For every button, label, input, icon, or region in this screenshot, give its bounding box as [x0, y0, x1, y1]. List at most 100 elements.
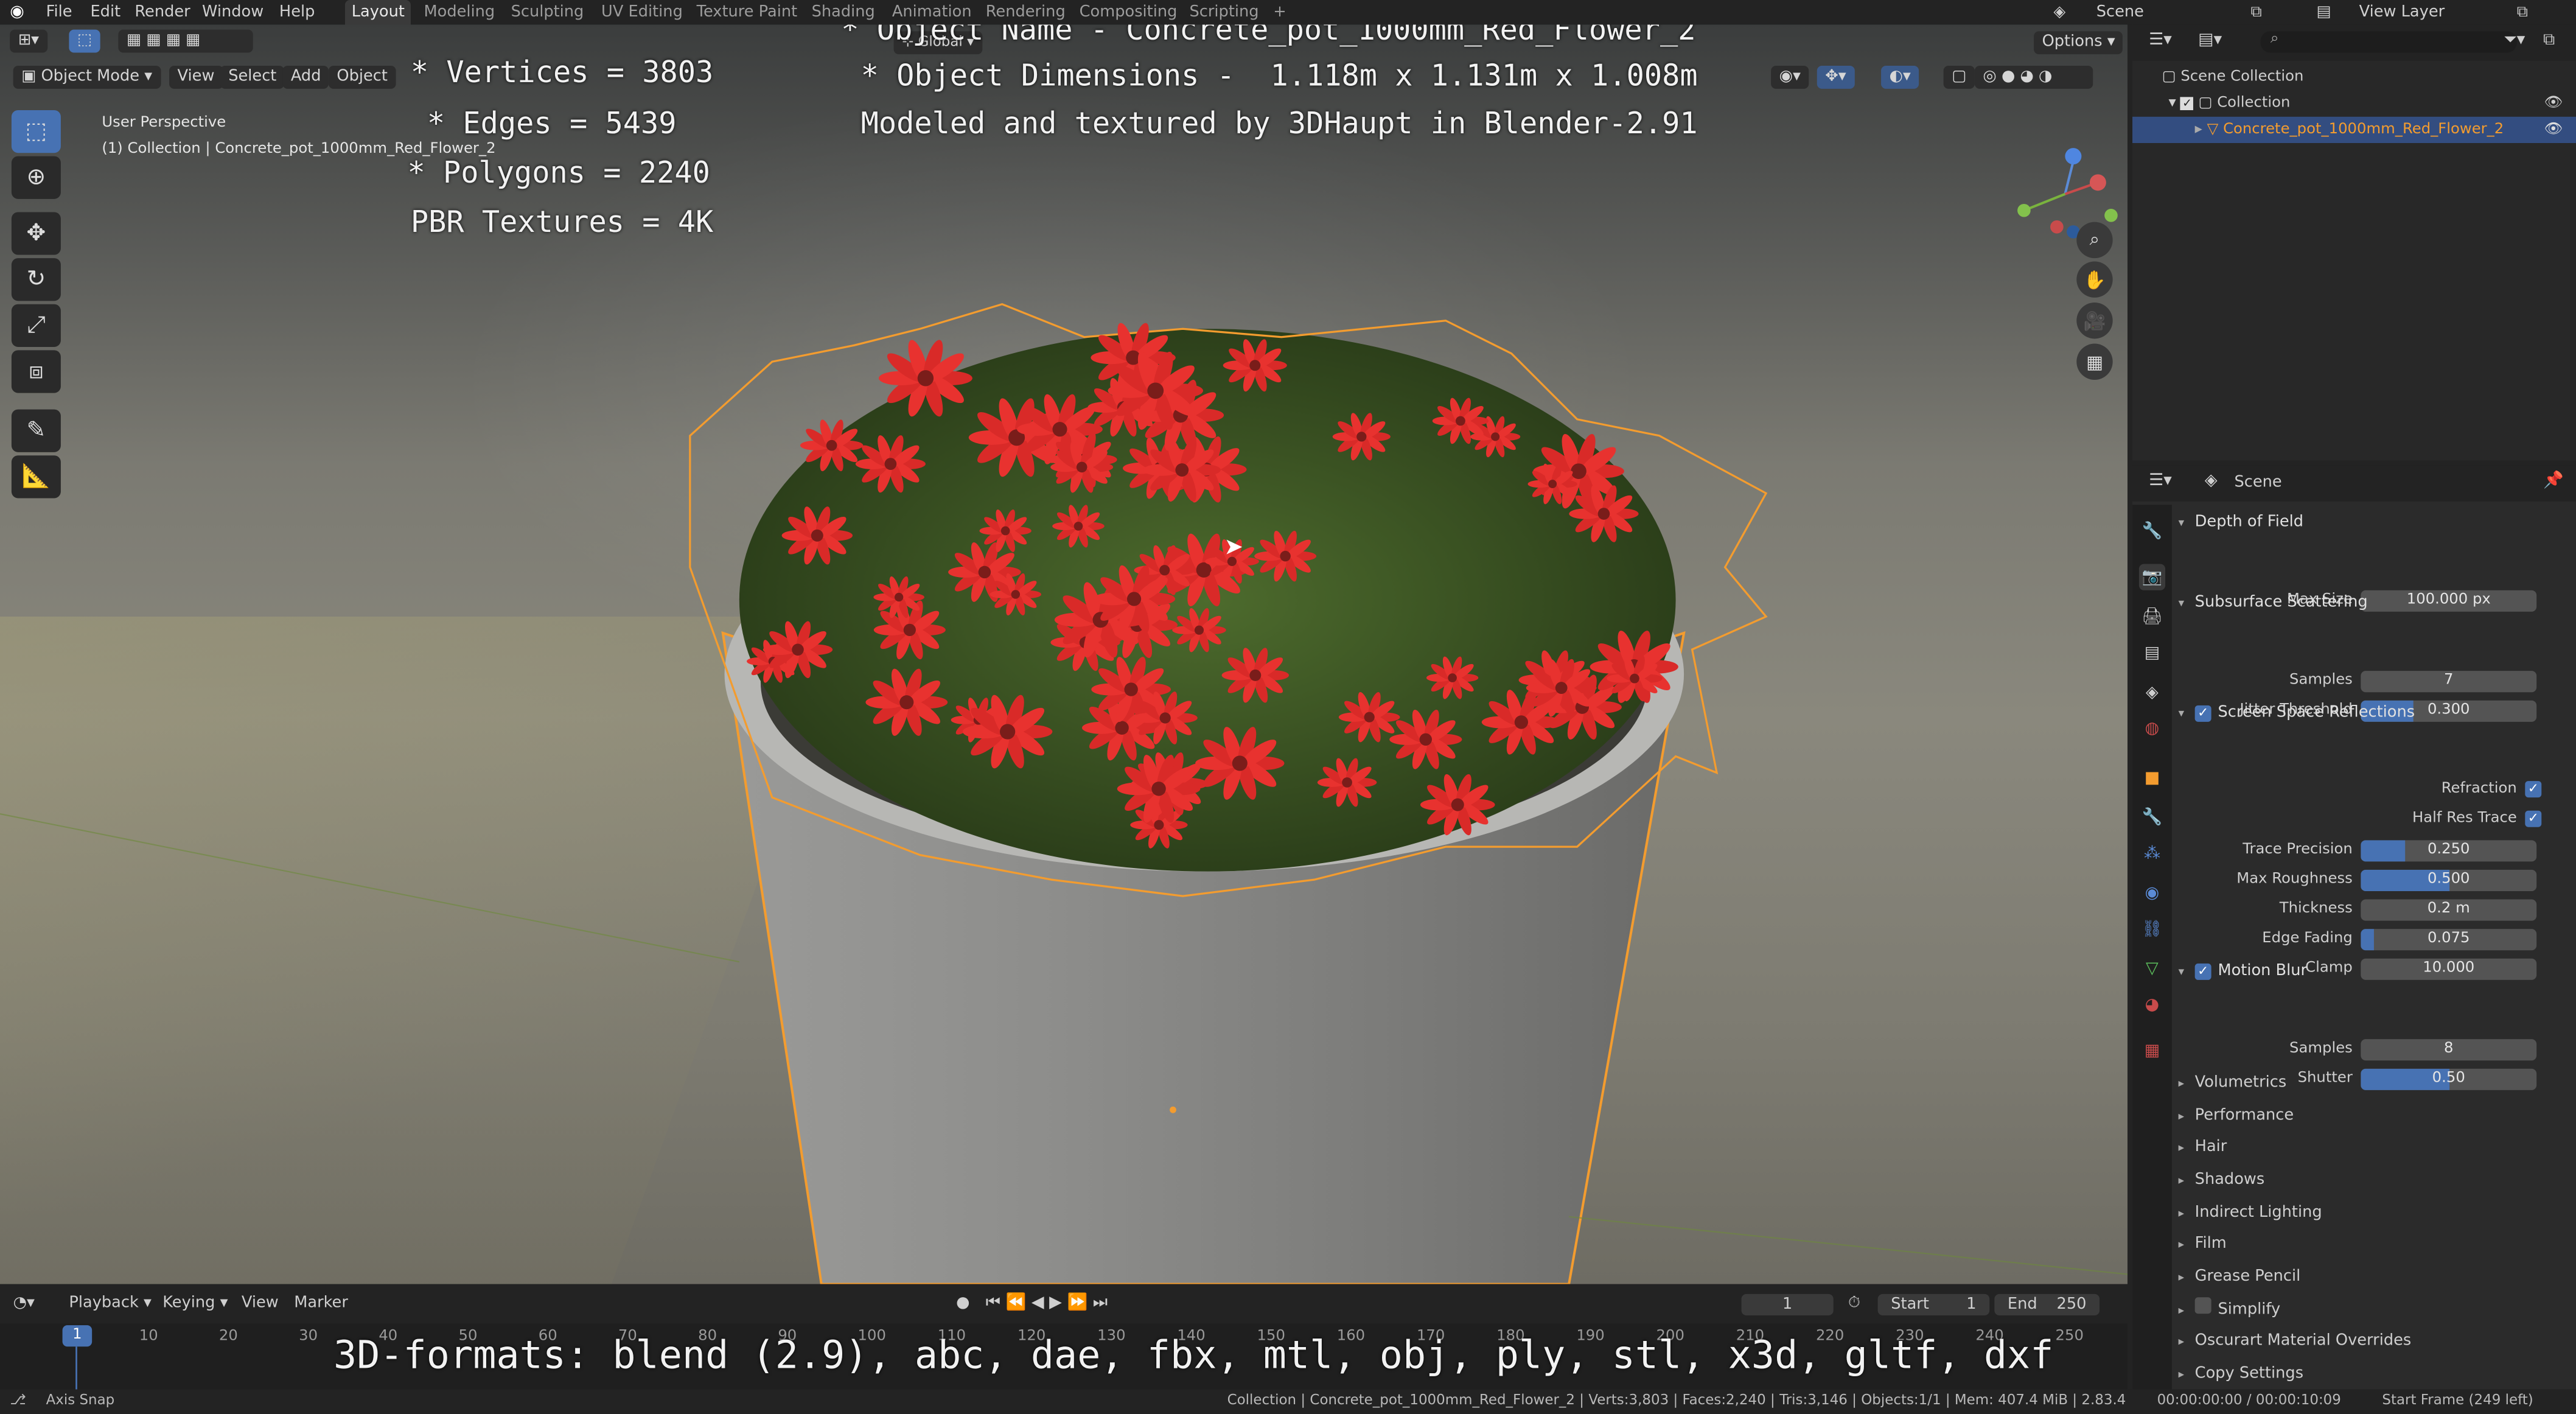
view-layer-icon[interactable]: ▤ [2316, 0, 2331, 25]
tab-uv-editing[interactable]: UV Editing [601, 0, 683, 25]
refraction-checkbox[interactable]: ✓ [2525, 781, 2542, 798]
expand-object-icon[interactable]: ▸ [2195, 122, 2207, 138]
new-view-layer-icon[interactable]: ⧉ [2517, 0, 2528, 25]
max-roughness-field[interactable]: 0.500 [2361, 869, 2537, 892]
panel-hair[interactable]: ▸ Hair [2179, 1133, 2566, 1163]
scene-icon[interactable]: ◈ [2054, 0, 2066, 25]
menu-timeline-view[interactable]: View [242, 1284, 279, 1324]
visibility-icon[interactable]: ◉▾ [1771, 66, 1809, 89]
tab-animation[interactable]: Animation [892, 0, 972, 25]
panel-indirect-lighting[interactable]: ▸ Indirect Lighting [2179, 1199, 2566, 1228]
playhead[interactable]: 1 [62, 1325, 92, 1347]
material-tab-icon[interactable]: ◕ [2139, 992, 2165, 1018]
panel-simplify[interactable]: ▸ Simplify [2179, 1296, 2566, 1326]
editor-type-button[interactable]: ⊞▾ [10, 29, 47, 53]
scene-name[interactable]: Scene [2096, 0, 2144, 25]
outliner-row-collection[interactable]: ▾ ✓ ▢ Collection 👁 [2132, 91, 2576, 117]
panel-grease-pencil[interactable]: ▸ Grease Pencil [2179, 1263, 2566, 1293]
collapse-icon[interactable]: ▾ [2179, 699, 2195, 729]
edge-fading-field[interactable]: 0.075 [2361, 929, 2537, 951]
menu-keying[interactable]: Keying ▾ [162, 1284, 228, 1324]
filter-icon[interactable]: ⏷▾ [2504, 31, 2525, 49]
record-icon[interactable]: ● [956, 1284, 969, 1324]
expand-icon[interactable]: ▸ [2179, 1360, 2195, 1390]
collection-checkbox[interactable]: ✓ [2180, 97, 2194, 110]
view-layer-tab-icon[interactable]: ▤ [2139, 640, 2165, 666]
collection-visibility-icon[interactable]: 👁 [2544, 91, 2563, 117]
display-mode-icon[interactable]: ▤▾ [2198, 31, 2222, 49]
render-tab-icon[interactable]: 📷 [2138, 564, 2166, 590]
panel-subsurface-scattering[interactable]: ▾ Subsurface Scattering [2179, 589, 2566, 618]
outliner-editor-type-icon[interactable]: ☰▾ [2149, 31, 2172, 49]
selection-mode-buttons[interactable]: ▦ ▦ ▦ ▦ [118, 29, 253, 53]
expand-icon[interactable]: ▸ [2179, 1263, 2195, 1293]
menu-playback[interactable]: Playback ▾ [69, 1284, 151, 1324]
new-collection-icon[interactable]: ⧉ [2543, 31, 2555, 49]
panel-motion-blur[interactable]: ▾ ✓ Motion Blur [2179, 957, 2566, 987]
menu-window[interactable]: Window [202, 0, 264, 25]
new-scene-icon[interactable]: ⧉ [2250, 0, 2261, 25]
menu-add[interactable]: Add [282, 66, 330, 89]
panel-volumetrics[interactable]: ▸ Volumetrics [2179, 1069, 2566, 1099]
panel-copy-settings[interactable]: ▸ Copy Settings [2179, 1360, 2566, 1390]
select-box-tool-icon[interactable]: ⬚ [11, 110, 61, 153]
expand-icon[interactable]: ▸ [2179, 1133, 2195, 1163]
add-workspace-icon[interactable]: + [1273, 0, 1286, 25]
start-frame-field[interactable]: Start 1 [1877, 1293, 1990, 1315]
measure-tool-icon[interactable]: 📐 [11, 455, 61, 499]
trace-precision-field[interactable]: 0.250 [2361, 840, 2537, 862]
expand-icon[interactable]: ▸ [2179, 1230, 2195, 1259]
tab-layout[interactable]: Layout [344, 0, 411, 25]
collapse-icon[interactable]: ▾ [2179, 508, 2195, 538]
expand-collection-icon[interactable]: ▾ [2168, 96, 2180, 112]
expand-icon[interactable]: ▸ [2179, 1296, 2195, 1326]
menu-object[interactable]: Object [328, 66, 396, 89]
overlay-toggle-icon[interactable]: ◐▾ [1881, 66, 1919, 89]
tab-sculpting[interactable]: Sculpting [511, 0, 584, 25]
select-mode-icon[interactable]: ⬚ [69, 29, 100, 53]
panel-performance[interactable]: ▸ Performance [2179, 1102, 2566, 1132]
blender-logo-icon[interactable]: ◉ [10, 0, 24, 25]
shading-mode-buttons[interactable]: ◎ ● ◕ ◑ [1974, 66, 2093, 89]
mode-select[interactable]: ▣ Object Mode ▾ [13, 66, 161, 89]
pan-hand-icon[interactable]: ✋ [2076, 261, 2113, 298]
menu-help[interactable]: Help [279, 0, 315, 25]
move-tool-icon[interactable]: ✥ [11, 212, 61, 255]
panel-enable-checkbox[interactable]: ✓ [2194, 705, 2211, 722]
tab-modeling[interactable]: Modeling [424, 0, 495, 25]
timeline-editor-type-icon[interactable]: ◔▾ [13, 1284, 35, 1324]
camera-view-icon[interactable]: 🎥 [2076, 303, 2113, 339]
stopwatch-icon[interactable]: ⏱ [1848, 1284, 1860, 1324]
half-res-trace-checkbox[interactable]: ✓ [2525, 810, 2542, 827]
tab-rendering[interactable]: Rendering [986, 0, 1066, 25]
expand-icon[interactable]: ▸ [2179, 1166, 2195, 1195]
scale-tool-icon[interactable]: ⤢ [11, 304, 61, 347]
menu-file[interactable]: File [46, 0, 72, 25]
current-frame-field[interactable]: 1 [1741, 1293, 1834, 1315]
zoom-icon[interactable]: ⌕ [2076, 222, 2113, 259]
playback-controls[interactable]: ⏮ ⏪ ◀ ▶ ⏩ ⏭ [986, 1284, 1108, 1324]
motion-blur-samples-field[interactable]: 8 [2361, 1039, 2537, 1061]
thickness-field[interactable]: 0.2 m [2361, 899, 2537, 921]
menu-render[interactable]: Render [134, 0, 190, 25]
expand-icon[interactable]: ▸ [2179, 1199, 2195, 1228]
collapse-icon[interactable]: ▾ [2179, 589, 2195, 618]
gizmo-toggle-icon[interactable]: ✥▾ [1817, 66, 1855, 89]
panel-shadows[interactable]: ▸ Shadows [2179, 1166, 2566, 1195]
expand-icon[interactable]: ▸ [2179, 1102, 2195, 1132]
pin-icon[interactable]: 📌 [2543, 472, 2564, 490]
sss-samples-field[interactable]: 7 [2361, 671, 2537, 693]
annotate-tool-icon[interactable]: ✎ [11, 409, 61, 452]
3d-viewport[interactable]: ⊞▾ ▣ Object Mode ▾ View Select Add Objec… [0, 24, 2127, 1284]
end-frame-field[interactable]: End 250 [1994, 1293, 2100, 1315]
expand-icon[interactable]: ▸ [2179, 1069, 2195, 1099]
object-tab-icon[interactable]: ■ [2139, 765, 2165, 791]
panel-enable-checkbox[interactable]: ✓ [2194, 963, 2211, 980]
menu-view[interactable]: View [169, 66, 223, 89]
panel-depth-of-field[interactable]: ▾ Depth of Field [2179, 508, 2566, 538]
panel-film[interactable]: ▸ Film [2179, 1230, 2566, 1259]
transform-tool-icon[interactable]: ⧈ [11, 350, 61, 393]
panel-screen-space-reflections[interactable]: ▾ ✓ Screen Space Reflections [2179, 699, 2566, 729]
collapse-icon[interactable]: ▾ [2179, 957, 2195, 987]
tab-scripting[interactable]: Scripting [1190, 0, 1259, 25]
